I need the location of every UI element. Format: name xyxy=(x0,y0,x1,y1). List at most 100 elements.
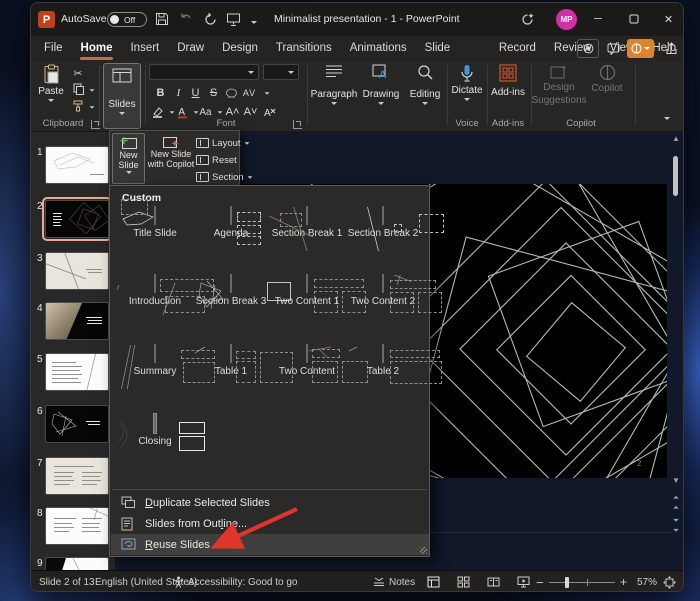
slide-thumbnail-7[interactable] xyxy=(45,457,109,495)
comments-icon[interactable] xyxy=(603,39,623,58)
zoom-in-button[interactable]: + xyxy=(620,571,627,592)
layout-title-slide[interactable]: Title Slide xyxy=(117,207,193,239)
paste-button[interactable]: Paste xyxy=(35,64,67,102)
cut-icon[interactable]: ✂ xyxy=(70,66,86,80)
slide-counter[interactable]: Slide 2 of 13 xyxy=(39,571,95,592)
copilot-button[interactable] xyxy=(627,39,654,58)
font-size-combo[interactable] xyxy=(263,64,299,80)
tab-transitions[interactable]: Transitions xyxy=(267,36,341,61)
layout-section-break-2[interactable]: Section Break 2 xyxy=(345,207,421,239)
layout-introduction[interactable]: Introduction xyxy=(117,275,193,307)
notes-toggle[interactable]: Notes xyxy=(373,571,415,592)
tab-animations[interactable]: Animations xyxy=(341,36,416,61)
zoom-level[interactable]: 57% xyxy=(637,571,657,592)
slides-label: Slides xyxy=(108,99,135,110)
maximize-button[interactable] xyxy=(616,3,652,35)
font-dialog-launcher[interactable] xyxy=(293,120,302,129)
clear-formatting-icon[interactable]: A xyxy=(261,104,278,120)
slide-thumbnail-5[interactable] xyxy=(45,353,109,391)
start-presentation-icon[interactable] xyxy=(224,10,242,28)
editing-button[interactable]: Editing xyxy=(405,64,445,105)
vertical-scrollbar-thumb[interactable] xyxy=(673,156,678,196)
slideshow-view-button[interactable] xyxy=(517,571,530,592)
slides-button[interactable]: Slides xyxy=(103,63,141,129)
record-button[interactable] xyxy=(577,39,599,58)
tab-record[interactable]: Record xyxy=(490,36,545,61)
powerpoint-window: P AutoSave Off Minimalist presentation -… xyxy=(30,2,684,592)
underline-button[interactable]: U xyxy=(187,85,204,101)
section-button[interactable]: Section xyxy=(196,169,240,185)
layout-closing[interactable]: Closing xyxy=(117,415,193,447)
slide-number: 7 xyxy=(37,458,43,469)
new-slide-label: New Slide xyxy=(113,151,144,170)
new-slide-button[interactable]: New Slide xyxy=(112,133,145,184)
slide-thumbnail-2-selected[interactable] xyxy=(45,200,109,238)
char-spacing-chevron-icon[interactable] xyxy=(259,86,275,100)
next-slide-icon[interactable]: ⏷⏷ xyxy=(669,516,683,536)
search-sparkle-icon[interactable] xyxy=(518,10,536,28)
close-button[interactable]: ✕ xyxy=(652,3,684,35)
slide-number: 3 xyxy=(37,253,43,264)
format-painter-chevron-icon[interactable] xyxy=(84,100,100,114)
drawing-button[interactable]: A Drawing xyxy=(360,64,402,105)
layout-table-1[interactable]: Table 1 xyxy=(193,345,269,377)
menu-resize-grip[interactable] xyxy=(420,547,427,554)
layout-table-2[interactable]: Table 2 xyxy=(345,345,421,377)
autosave-toggle[interactable]: Off xyxy=(107,12,147,27)
fit-slide-to-window-button[interactable] xyxy=(663,571,676,592)
dictate-button[interactable]: Dictate xyxy=(450,64,484,101)
slide-thumbnail-9[interactable] xyxy=(45,557,109,570)
slides-group-flyout: New Slide New Slide with Copilot Layout … xyxy=(109,130,240,186)
minimize-button[interactable]: ─ xyxy=(580,3,616,35)
layout-two-content-2[interactable]: Two Content 2 xyxy=(345,275,421,307)
layout-two-content-1[interactable]: Two Content 1 xyxy=(269,275,345,307)
slide-thumbnail-3[interactable] xyxy=(45,252,109,290)
undo-icon[interactable] xyxy=(177,10,195,28)
layout-section-break-1[interactable]: Section Break 1 xyxy=(269,207,345,239)
tab-slide-show[interactable]: Slide Show xyxy=(416,36,490,61)
text-shadow-icon[interactable] xyxy=(223,85,240,101)
character-spacing-button[interactable]: AV xyxy=(241,85,258,101)
tab-draw[interactable]: Draw xyxy=(168,36,213,61)
bold-button[interactable]: B xyxy=(152,85,169,101)
save-icon[interactable] xyxy=(153,10,171,28)
powerpoint-logo-icon: P xyxy=(38,11,55,28)
font-name-combo[interactable] xyxy=(149,64,259,80)
tab-insert[interactable]: Insert xyxy=(121,36,168,61)
zoom-slider-thumb[interactable] xyxy=(565,577,569,588)
layout-two-content[interactable]: Two Content xyxy=(269,345,345,377)
accessibility-status[interactable]: Accessibility: Good to go xyxy=(173,571,298,592)
scroll-up-icon[interactable]: ▲ xyxy=(669,134,683,143)
addins-button[interactable]: Add-ins xyxy=(490,64,526,98)
reading-view-button[interactable] xyxy=(487,571,500,592)
zoom-out-button[interactable]: − xyxy=(536,571,544,592)
normal-view-button[interactable] xyxy=(427,571,440,592)
previous-slide-icon[interactable]: ⏶⏶ xyxy=(669,493,683,513)
italic-button[interactable]: I xyxy=(170,85,187,101)
layout-button[interactable]: Layout xyxy=(196,135,240,151)
paragraph-button[interactable]: Paragraph xyxy=(312,64,356,105)
slide-thumbnail-1[interactable] xyxy=(45,146,109,184)
strikethrough-button[interactable]: S xyxy=(205,85,222,101)
layout-section-break-3[interactable]: Section Break 3 xyxy=(193,275,269,307)
zoom-slider-track[interactable] xyxy=(549,582,615,583)
reset-button[interactable]: Reset xyxy=(196,152,240,168)
layout-agenda[interactable]: Agenda xyxy=(193,207,269,239)
scroll-down-icon[interactable]: ▼ xyxy=(669,476,683,485)
avatar[interactable]: MP xyxy=(556,9,577,30)
reuse-slides-icon xyxy=(121,538,136,551)
slide-thumbnail-4[interactable] xyxy=(45,302,109,340)
quick-access-chevron-icon[interactable] xyxy=(245,13,263,31)
share-icon[interactable] xyxy=(661,39,681,58)
redo-icon[interactable] xyxy=(201,10,219,28)
layout-summary[interactable]: Summary xyxy=(117,345,193,377)
tab-home[interactable]: Home xyxy=(72,36,122,61)
new-slide-with-copilot-button[interactable]: New Slide with Copilot xyxy=(147,133,195,184)
tab-design[interactable]: Design xyxy=(213,36,267,61)
slide-sorter-view-button[interactable] xyxy=(457,571,470,592)
slide-thumbnail-8[interactable] xyxy=(45,507,109,545)
slide-thumbnail-6[interactable] xyxy=(45,405,109,443)
ribbon-collapse-chevron-icon[interactable] xyxy=(659,111,675,125)
copy-chevron-icon[interactable] xyxy=(84,83,100,97)
tab-file[interactable]: File xyxy=(35,36,72,61)
